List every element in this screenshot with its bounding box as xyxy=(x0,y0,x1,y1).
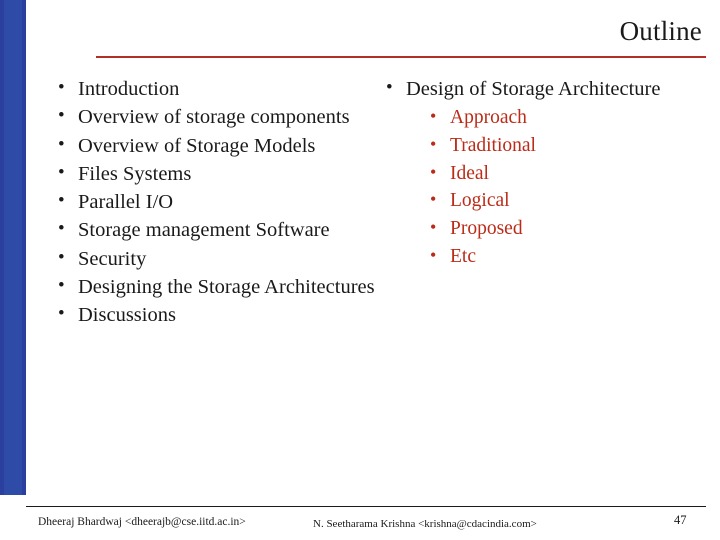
slide: Outline • Introduction • Overview of sto… xyxy=(0,0,720,540)
bullet-icon: • xyxy=(386,77,393,98)
left-decorative-bar xyxy=(0,0,26,495)
left-decorative-bar-inner xyxy=(4,0,22,495)
list-item-label: Ideal xyxy=(450,162,489,184)
footer-divider xyxy=(26,506,706,507)
list-item: • Security xyxy=(50,246,380,273)
bullet-icon: • xyxy=(430,133,437,154)
bullet-icon: • xyxy=(430,106,437,127)
list-item-label: Security xyxy=(78,247,147,270)
bullet-icon: • xyxy=(58,303,65,324)
bullet-icon: • xyxy=(58,77,65,98)
list-item-label: Overview of Storage Models xyxy=(78,134,316,157)
list-item-label: Logical xyxy=(450,190,510,212)
list-item-label: Etc xyxy=(450,245,476,267)
list-item: • Files Systems xyxy=(50,161,380,188)
outline-right-column: • Design of Storage Architecture • Appro… xyxy=(378,76,698,271)
page-number: 47 xyxy=(674,513,687,527)
sub-list-wrapper: • Approach • Traditional • Ideal • Logic… xyxy=(420,105,698,270)
list-item: • Etc xyxy=(420,244,698,271)
bullet-icon: • xyxy=(58,105,65,127)
list-item-label: Overview of storage components xyxy=(78,106,350,129)
list-item: • Overview of storage components xyxy=(50,104,380,131)
list-item: • Logical xyxy=(420,188,698,215)
list-item: • Storage management Software xyxy=(50,217,380,244)
list-item-label: Designing the Storage Architectures xyxy=(78,275,375,298)
list-item-label: Discussions xyxy=(78,304,176,326)
list-item: • Traditional xyxy=(420,133,698,160)
bullet-icon: • xyxy=(58,218,65,240)
list-item: • Designing the Storage Architectures xyxy=(50,274,380,301)
list-item-label: Traditional xyxy=(450,134,536,156)
list-item: • Overview of Storage Models xyxy=(50,133,380,160)
list-item-label: Introduction xyxy=(78,78,180,100)
list-item: • Discussions xyxy=(50,302,380,329)
bullet-icon: • xyxy=(430,244,437,265)
list-item-label: Design of Storage Architecture xyxy=(406,78,661,100)
bullet-icon: • xyxy=(58,274,65,296)
bullet-icon: • xyxy=(58,246,65,268)
list-item-label: Parallel I/O xyxy=(78,191,174,213)
title-divider xyxy=(96,56,706,58)
list-item-label: Approach xyxy=(450,107,527,129)
bullet-icon: • xyxy=(58,190,65,211)
page-title: Outline xyxy=(619,16,702,46)
list-item: • Ideal xyxy=(420,161,698,188)
bullet-icon: • xyxy=(430,217,437,238)
list-item: • Parallel I/O xyxy=(50,189,380,216)
list-item-label: Proposed xyxy=(450,218,523,240)
bullet-icon: • xyxy=(58,161,65,183)
list-item: • Proposed xyxy=(420,216,698,243)
list-item: • Design of Storage Architecture • Appro… xyxy=(378,76,698,270)
outline-left-column: • Introduction • Overview of storage com… xyxy=(50,76,380,330)
list-item: • Introduction xyxy=(50,76,380,103)
footer-author-left: Dheeraj Bhardwaj <dheerajb@cse.iitd.ac.i… xyxy=(38,516,246,528)
outline-list-right: • Design of Storage Architecture • Appro… xyxy=(378,76,698,270)
list-item-label: Files Systems xyxy=(78,162,192,185)
bullet-icon: • xyxy=(58,133,65,155)
footer-author-center: N. Seetharama Krishna <krishna@cdacindia… xyxy=(313,518,537,530)
outline-sublist: • Approach • Traditional • Ideal • Logic… xyxy=(420,105,698,270)
outline-list-left: • Introduction • Overview of storage com… xyxy=(50,76,380,329)
bullet-icon: • xyxy=(430,189,437,210)
list-item: • Approach xyxy=(420,105,698,132)
list-item-label: Storage management Software xyxy=(78,219,330,242)
bullet-icon: • xyxy=(430,161,437,182)
